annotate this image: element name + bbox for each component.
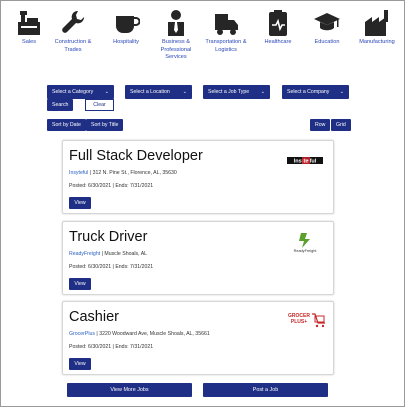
job-location: GrocerPlus | 3220 Woodward Ave, Muscle S…	[69, 331, 210, 337]
job-dates: Posted: 6/30/2021 | Ends: 7/31/2021	[69, 264, 154, 270]
readyfreight-logo: ReadyFreight	[294, 233, 318, 253]
sort-by-title-button[interactable]: Sort by Title	[86, 119, 124, 131]
graduation-cap-icon	[314, 13, 340, 31]
chevron-down-icon: ⌄	[260, 89, 265, 95]
view-button[interactable]: View	[69, 197, 91, 209]
view-button[interactable]: View	[69, 358, 91, 370]
category-education[interactable]: Education	[302, 8, 352, 47]
grocerplus-logo: GROCER PLUS+	[288, 313, 325, 328]
job-dates: Posted: 6/30/2021 | Ends: 7/31/2021	[69, 344, 154, 350]
category-select[interactable]: Select a Category ⌄	[47, 85, 114, 99]
businessman-icon	[168, 10, 184, 36]
location-select[interactable]: Select a Location ⌄	[125, 85, 192, 99]
job-title: Truck Driver	[69, 229, 148, 245]
category-manufacturing[interactable]: Manufacturing	[352, 8, 402, 47]
job-card: Truck Driver ReadyFreight | Muscle Shoal…	[62, 221, 334, 295]
category-label: Sales	[22, 39, 36, 45]
chevron-down-icon: ⌄	[339, 89, 344, 95]
job-location: Insyteful | 312 N. Pine St., Florence, A…	[69, 170, 177, 176]
insyteful-logo: Insyteful te	[287, 157, 323, 165]
category-sales[interactable]: Sales	[4, 8, 54, 47]
category-bar: Sales Construction & Trades Hospitality …	[4, 8, 402, 70]
category-construction[interactable]: Construction & Trades	[48, 8, 98, 54]
cash-register-icon	[18, 11, 40, 35]
row-view-button[interactable]: Row	[310, 119, 331, 131]
view-button[interactable]: View	[69, 278, 91, 290]
category-label: Hospitality	[113, 39, 139, 45]
job-title: Cashier	[69, 309, 119, 325]
category-label: Transportation & Logistics	[205, 39, 247, 53]
post-a-job-button[interactable]: Post a Job	[203, 383, 328, 397]
category-business[interactable]: Business & Professional Services	[151, 8, 201, 62]
category-label: Education	[314, 39, 340, 45]
factory-icon	[365, 10, 388, 36]
company-link[interactable]: Insyteful	[69, 170, 88, 176]
chevron-down-icon: ⌄	[104, 89, 109, 95]
medical-clipboard-icon	[269, 10, 287, 36]
wrench-icon	[62, 10, 85, 33]
category-label: Business & Professional Services	[160, 39, 192, 61]
job-type-select[interactable]: Select a Job Type ⌄	[203, 85, 270, 99]
category-healthcare[interactable]: Healthcare	[253, 8, 303, 47]
category-label: Healthcare	[264, 39, 292, 45]
sort-by-date-button[interactable]: Sort by Date	[47, 119, 86, 131]
job-dates: Posted: 6/30/2021 | Ends: 7/31/2021	[69, 183, 154, 189]
svg-text:PLUS+: PLUS+	[291, 319, 307, 325]
category-label: Manufacturing	[359, 39, 395, 45]
category-transportation[interactable]: Transportation & Logistics	[201, 8, 251, 54]
job-card: Cashier GrocerPlus | 3220 Woodward Ave, …	[62, 301, 334, 375]
svg-text:te: te	[304, 159, 309, 165]
grid-view-button[interactable]: Grid	[331, 119, 351, 131]
svg-text:ReadyFreight: ReadyFreight	[294, 249, 318, 253]
clear-button[interactable]: Clear	[85, 99, 114, 111]
truck-icon	[215, 14, 238, 35]
coffee-cup-icon	[116, 16, 140, 33]
company-link[interactable]: ReadyFreight	[69, 251, 100, 257]
search-button[interactable]: Search	[47, 99, 74, 111]
job-card: Full Stack Developer Insyteful | 312 N. …	[62, 140, 334, 214]
job-title: Full Stack Developer	[69, 148, 203, 164]
view-more-jobs-button[interactable]: View More Jobs	[67, 383, 192, 397]
company-select[interactable]: Select a Company ⌄	[282, 85, 349, 99]
chevron-down-icon: ⌄	[182, 89, 187, 95]
category-hospitality[interactable]: Hospitality	[101, 8, 151, 47]
company-link[interactable]: GrocerPlus	[69, 331, 95, 337]
job-location: ReadyFreight | Muscle Shoals, AL	[69, 251, 148, 257]
category-label: Construction & Trades	[54, 39, 92, 53]
